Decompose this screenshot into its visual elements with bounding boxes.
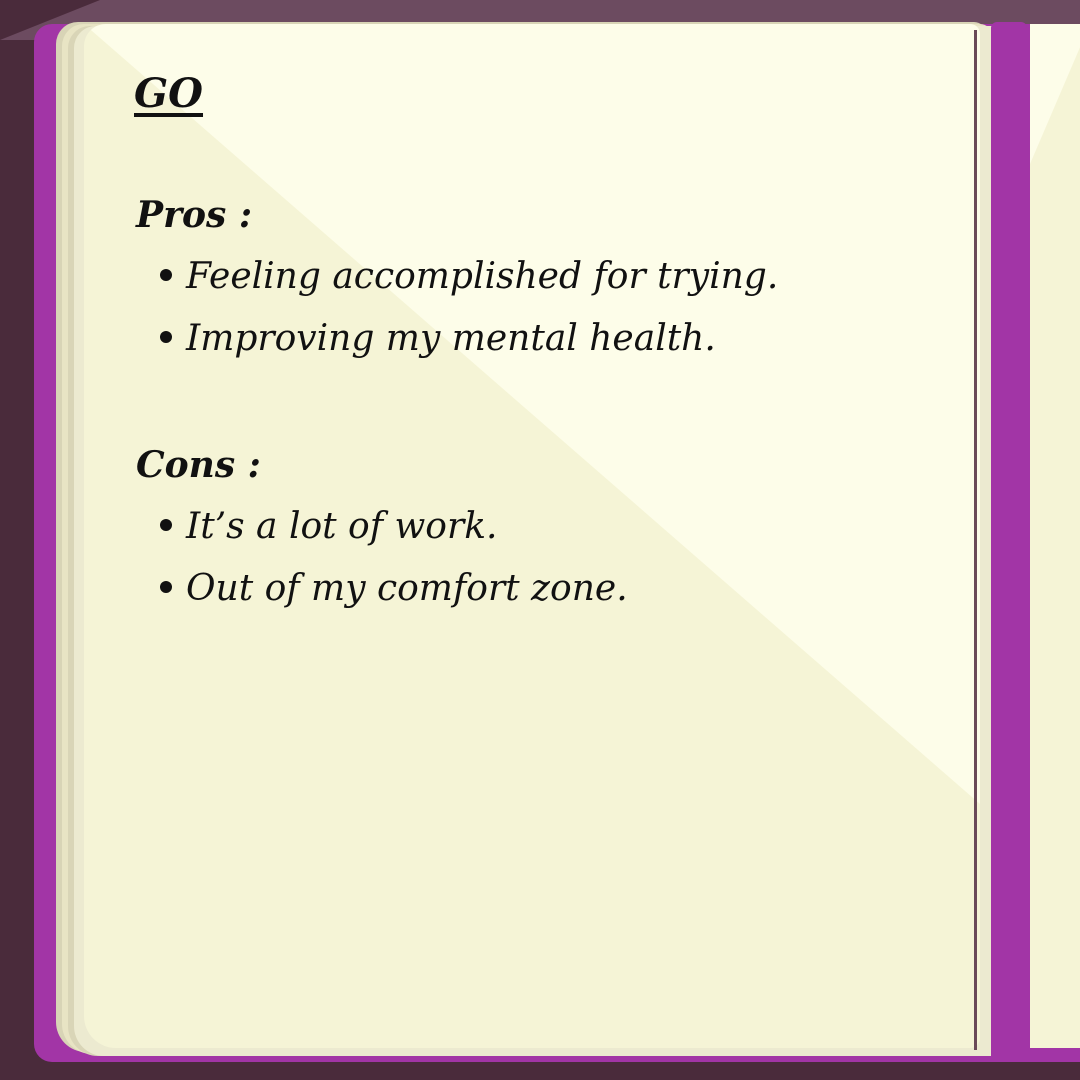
list-item: It’s a lot of work. [160, 506, 628, 568]
cons-label: Cons : [136, 444, 261, 486]
pros-list: Feeling accomplished for trying. Improvi… [160, 256, 778, 380]
list-item: Out of my comfort zone. [160, 568, 628, 630]
bullet-icon [160, 519, 172, 531]
bullet-icon [160, 331, 172, 343]
pros-item-text: Improving my mental health. [186, 318, 716, 359]
cons-list: It’s a lot of work. Out of my comfort zo… [160, 506, 628, 630]
bookmark-ribbon [991, 22, 1027, 1080]
right-page [1030, 24, 1080, 1048]
background-bottom-band [0, 1062, 1080, 1080]
page-heading: GO [134, 70, 204, 117]
list-item: Feeling accomplished for trying. [160, 256, 778, 318]
cons-item-text: It’s a lot of work. [186, 506, 498, 547]
page-edge-line [974, 30, 982, 1050]
pros-label: Pros : [136, 194, 253, 236]
list-item: Improving my mental health. [160, 318, 778, 380]
bullet-icon [160, 269, 172, 281]
bullet-icon [160, 581, 172, 593]
cons-item-text: Out of my comfort zone. [186, 568, 628, 609]
pros-item-text: Feeling accomplished for trying. [186, 256, 779, 297]
